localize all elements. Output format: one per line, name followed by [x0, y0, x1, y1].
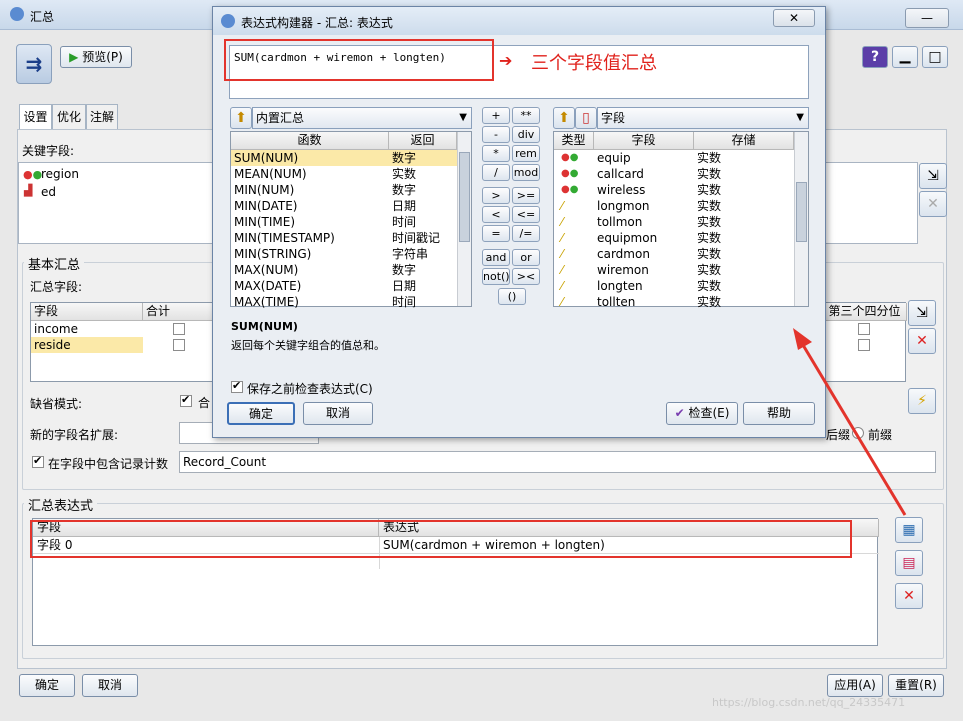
annotation-arrow-overlay: [793, 328, 907, 516]
arrow-head: [793, 328, 812, 350]
arrow-line: [798, 339, 907, 516]
